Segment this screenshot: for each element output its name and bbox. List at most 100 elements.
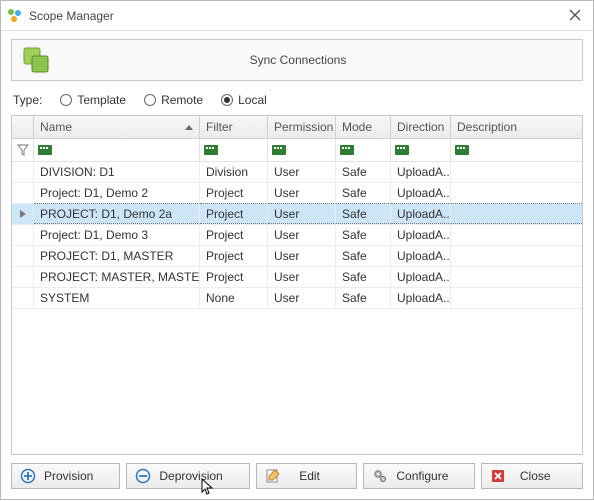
cell-description (451, 203, 582, 224)
column-permission[interactable]: Permission (268, 116, 336, 138)
cell-name: DIVISION: D1 (34, 162, 200, 182)
edit-icon (265, 468, 281, 484)
content-area: Sync Connections Type: Template Remote L… (1, 31, 593, 455)
column-direction[interactable]: Direction (391, 116, 451, 138)
radio-template[interactable]: Template (60, 93, 126, 107)
cell-mode: Safe (336, 203, 391, 224)
footer-toolbar: Provision Deprovision Edit Co (1, 455, 593, 499)
cell-direction: UploadA... (391, 162, 451, 182)
column-description[interactable]: Description (451, 116, 582, 138)
radio-icon (144, 94, 156, 106)
grid: Name Filter Permission Mode Direction De… (11, 115, 583, 455)
minus-icon (135, 468, 151, 484)
radio-icon (60, 94, 72, 106)
cell-permission: User (268, 203, 336, 224)
banner: Sync Connections (11, 39, 583, 81)
cell-mode: Safe (336, 267, 391, 287)
cell-permission: User (268, 267, 336, 287)
filter-chip-icon (395, 144, 409, 156)
column-permission-label: Permission (274, 120, 333, 134)
cell-name: PROJECT: D1, Demo 2a (34, 203, 200, 224)
app-icon (7, 8, 23, 24)
filter-indicator-cell[interactable] (12, 139, 34, 161)
cell-permission: User (268, 246, 336, 266)
cell-permission: User (268, 288, 336, 308)
column-name-label: Name (40, 120, 72, 134)
cell-mode: Safe (336, 225, 391, 245)
deprovision-button[interactable]: Deprovision (126, 463, 249, 489)
type-label: Type: (13, 93, 42, 107)
row-indicator (12, 225, 34, 245)
column-mode[interactable]: Mode (336, 116, 391, 138)
filter-mode-cell[interactable] (336, 139, 391, 161)
cell-name: SYSTEM (34, 288, 200, 308)
cell-mode: Safe (336, 183, 391, 203)
close-square-icon (490, 468, 506, 484)
filter-chip-icon (455, 144, 469, 156)
deprovision-label: Deprovision (159, 469, 240, 483)
table-row[interactable]: Project: D1, Demo 3ProjectUserSafeUpload… (12, 225, 582, 246)
cell-mode: Safe (336, 288, 391, 308)
table-row[interactable]: PROJECT: D1, Demo 2aProjectUserSafeUploa… (12, 204, 582, 225)
cell-description (451, 288, 582, 308)
filter-chip-icon (38, 144, 52, 156)
provision-button[interactable]: Provision (11, 463, 120, 489)
radio-local[interactable]: Local (221, 93, 267, 107)
table-row[interactable]: Project: D1, Demo 2ProjectUserSafeUpload… (12, 183, 582, 204)
cell-filter: Project (200, 246, 268, 266)
scope-manager-window: Scope Manager Sync Connections Type: Tem… (0, 0, 594, 500)
sync-icon (20, 44, 52, 76)
row-indicator (12, 246, 34, 266)
plus-icon (20, 468, 36, 484)
cell-description (451, 183, 582, 203)
cell-filter: Project (200, 203, 268, 224)
cell-permission: User (268, 183, 336, 203)
column-indicator[interactable] (12, 116, 34, 138)
cell-direction: UploadA... (391, 225, 451, 245)
cell-permission: User (268, 162, 336, 182)
banner-title: Sync Connections (62, 53, 574, 67)
radio-remote[interactable]: Remote (144, 93, 203, 107)
filter-perm-cell[interactable] (268, 139, 336, 161)
cell-name: Project: D1, Demo 3 (34, 225, 200, 245)
cell-description (451, 225, 582, 245)
provision-label: Provision (44, 469, 111, 483)
filter-dir-cell[interactable] (391, 139, 451, 161)
cell-mode: Safe (336, 162, 391, 182)
column-filter[interactable]: Filter (200, 116, 268, 138)
cell-direction: UploadA... (391, 203, 451, 224)
filter-name-cell[interactable] (34, 139, 200, 161)
table-row[interactable]: DIVISION: D1DivisionUserSafeUploadA... (12, 162, 582, 183)
filter-desc-cell[interactable] (451, 139, 582, 161)
cell-filter: Division (200, 162, 268, 182)
cell-filter: Project (200, 183, 268, 203)
radio-template-label: Template (77, 93, 126, 107)
cell-mode: Safe (336, 246, 391, 266)
cell-direction: UploadA... (391, 183, 451, 203)
cell-direction: UploadA... (391, 246, 451, 266)
cell-description (451, 246, 582, 266)
window-title: Scope Manager (29, 9, 565, 23)
titlebar: Scope Manager (1, 1, 593, 31)
radio-local-label: Local (238, 93, 267, 107)
row-indicator (12, 183, 34, 203)
column-name[interactable]: Name (34, 116, 200, 138)
cell-direction: UploadA... (391, 288, 451, 308)
table-row[interactable]: SYSTEMNoneUserSafeUploadA... (12, 288, 582, 309)
edit-button[interactable]: Edit (256, 463, 358, 489)
column-mode-label: Mode (342, 120, 372, 134)
filter-filter-cell[interactable] (200, 139, 268, 161)
cell-name: PROJECT: MASTER, MASTER (34, 267, 200, 287)
edit-label: Edit (289, 469, 349, 483)
gears-icon (372, 468, 388, 484)
close-label: Close (514, 469, 574, 483)
cell-filter: Project (200, 267, 268, 287)
close-button[interactable]: Close (481, 463, 583, 489)
table-row[interactable]: PROJECT: D1, MASTERProjectUserSafeUpload… (12, 246, 582, 267)
funnel-icon (17, 144, 29, 156)
filter-chip-icon (272, 144, 286, 156)
table-row[interactable]: PROJECT: MASTER, MASTERProjectUserSafeUp… (12, 267, 582, 288)
configure-button[interactable]: Configure (363, 463, 475, 489)
cell-direction: UploadA... (391, 267, 451, 287)
close-icon[interactable] (565, 8, 585, 24)
